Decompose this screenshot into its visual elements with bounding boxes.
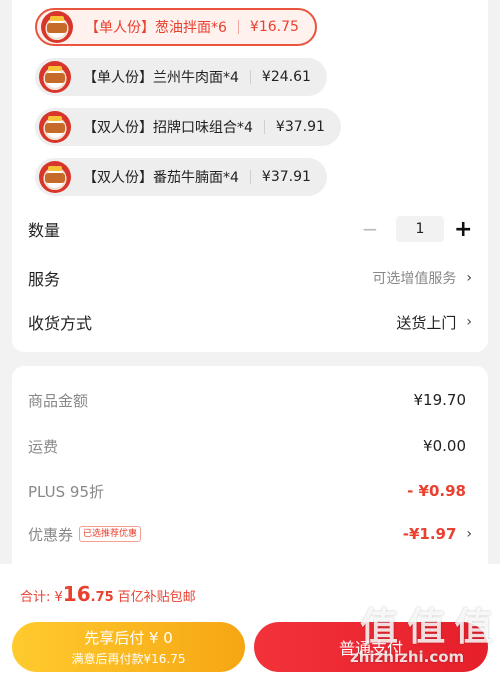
watermark-logo: 值 值 值 xyxy=(360,605,492,649)
service-row[interactable]: 服务 可选增值服务 › xyxy=(28,264,472,292)
divider xyxy=(237,20,239,34)
coupon-value: -¥1.97 xyxy=(402,525,457,543)
coupon-value-group: -¥1.97 › xyxy=(403,525,472,543)
delivery-value-group: 送货上门 › xyxy=(396,312,472,333)
increase-button[interactable]: + xyxy=(454,217,472,242)
variant-label: 【双人份】番茄牛腩面*4 xyxy=(83,170,239,186)
pay-later-title: 先享后付 ¥ 0 xyxy=(84,629,173,647)
goods-amount-row: 商品金额 ¥19.70 xyxy=(28,386,466,414)
variant-option[interactable]: 【双人份】招牌口味组合*4 ¥37.91 xyxy=(35,108,341,146)
divider xyxy=(249,170,251,184)
coupon-label: 优惠券 xyxy=(28,525,74,544)
quantity-stepper: − 1 + xyxy=(360,216,472,242)
variant-option[interactable]: 【单人份】兰州牛肉面*4 ¥24.61 xyxy=(35,58,327,96)
goods-amount-label: 商品金额 xyxy=(28,391,89,410)
service-value-group: 可选增值服务 › xyxy=(372,268,472,288)
total-note: 百亿补贴包邮 xyxy=(117,590,196,605)
variant-option-selected[interactable]: 【单人份】葱油拌面*6 ¥16.75 xyxy=(35,8,317,46)
product-thumbnail xyxy=(39,111,71,143)
plus-discount-label: PLUS 95折 xyxy=(28,482,105,501)
variant-price: ¥24.61 xyxy=(261,69,311,85)
variant-price: ¥37.91 xyxy=(275,119,325,135)
total-price: 合计: ¥ 16 .75 百亿补贴包邮 xyxy=(20,582,196,606)
total-amount-int: 16 xyxy=(62,582,91,606)
pay-later-button[interactable]: 先享后付 ¥ 0 满意后再付款¥16.75 xyxy=(12,622,245,672)
plus-discount-row: PLUS 95折 - ¥0.98 xyxy=(28,477,466,505)
variant-price: ¥37.91 xyxy=(261,169,311,185)
quantity-label: 数量 xyxy=(28,221,61,240)
variant-label: 【单人份】葱油拌面*6 xyxy=(85,20,227,36)
shipping-label: 运费 xyxy=(28,437,59,456)
variant-label: 【双人份】招牌口味组合*4 xyxy=(83,120,253,136)
product-thumbnail xyxy=(39,161,71,193)
chevron-right-icon: › xyxy=(466,526,472,542)
delivery-value: 送货上门 xyxy=(396,313,457,332)
divider xyxy=(263,120,265,134)
quantity-input[interactable]: 1 xyxy=(396,216,444,242)
fee-summary-card: 商品金额 ¥19.70 运费 ¥0.00 PLUS 95折 - ¥0.98 优惠… xyxy=(12,366,488,566)
coupon-badge: 已选推荐优惠 xyxy=(79,526,142,542)
coupon-row[interactable]: 优惠券 已选推荐优惠 -¥1.97 › xyxy=(28,520,472,548)
decrease-button[interactable]: − xyxy=(360,217,380,241)
variant-option[interactable]: 【双人份】番茄牛腩面*4 ¥37.91 xyxy=(35,158,327,196)
watermark: 值 值 值 zhizhizhi.com xyxy=(330,596,500,681)
watermark-site: zhizhizhi.com xyxy=(350,648,465,666)
goods-amount-value: ¥19.70 xyxy=(413,391,467,409)
variant-label: 【单人份】兰州牛肉面*4 xyxy=(83,70,239,86)
plus-discount-value: - ¥0.98 xyxy=(407,482,466,500)
service-label: 服务 xyxy=(28,270,61,289)
shipping-value: ¥0.00 xyxy=(423,437,466,455)
product-thumbnail xyxy=(41,11,73,43)
variant-price: ¥16.75 xyxy=(249,19,299,35)
delivery-label: 收货方式 xyxy=(28,314,93,333)
pay-later-subtitle: 满意后再付款¥16.75 xyxy=(71,652,186,666)
quantity-row: 数量 − 1 + xyxy=(28,215,472,243)
chevron-right-icon: › xyxy=(466,270,472,286)
service-value: 可选增值服务 xyxy=(372,271,457,287)
delivery-row[interactable]: 收货方式 送货上门 › xyxy=(28,308,472,336)
total-amount-dec: .75 xyxy=(90,590,114,605)
shipping-row: 运费 ¥0.00 xyxy=(28,432,466,460)
chevron-right-icon: › xyxy=(466,314,472,330)
divider xyxy=(249,70,251,84)
total-label: 合计: ¥ xyxy=(20,590,63,605)
coupon-label-group: 优惠券 已选推荐优惠 xyxy=(28,524,142,545)
product-thumbnail xyxy=(39,61,71,93)
